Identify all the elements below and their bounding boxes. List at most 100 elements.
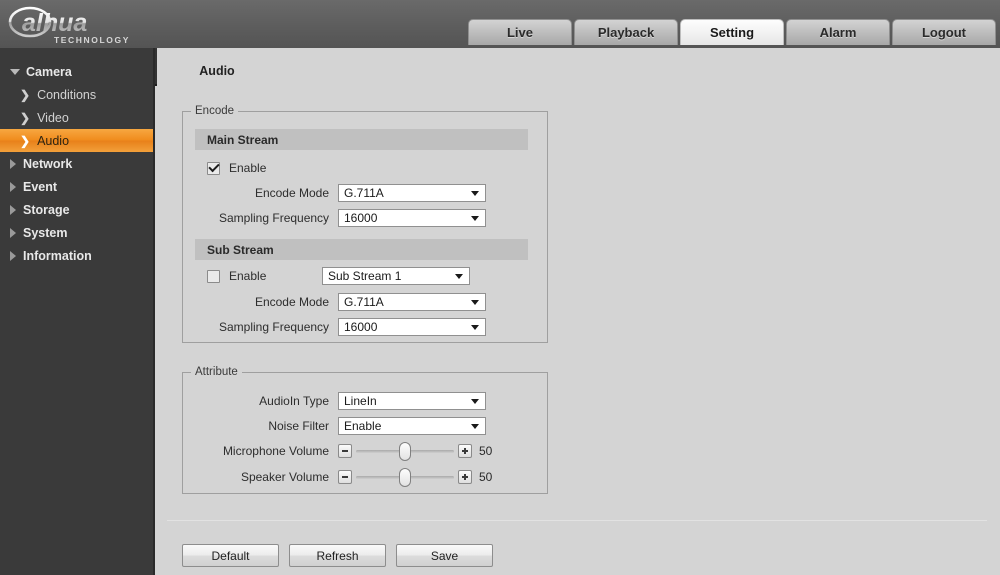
sub-stream-enable-label: Enable [229, 269, 267, 283]
sub-stream-sampling-value: 16000 [344, 320, 378, 334]
svg-text:TECHNOLOGY: TECHNOLOGY [54, 35, 130, 45]
chevron-right-icon: ❯ [20, 87, 31, 102]
chevron-down-icon [455, 274, 463, 279]
chevron-down-icon [471, 300, 479, 305]
nav-tab-live[interactable]: Live [468, 19, 572, 45]
sidebar-item-audio-label: Audio [37, 133, 70, 148]
main-stream-sampling-row: Sampling Frequency 16000 [219, 207, 486, 229]
sub-stream-sampling-row: Sampling Frequency 16000 [219, 316, 486, 338]
sidebar-item-camera-label: Camera [26, 64, 72, 79]
main-stream-enable-checkbox[interactable] [207, 161, 220, 175]
plus-icon[interactable] [458, 470, 472, 484]
sidebar-item-storage[interactable]: Storage [0, 198, 153, 221]
sub-stream-enable-checkbox[interactable] [207, 269, 220, 283]
sub-stream-title: Sub Stream [207, 242, 274, 257]
microphone-volume-slider[interactable]: 50 [338, 441, 492, 461]
nav-tab-logout[interactable]: Logout [892, 19, 996, 45]
chevron-right-icon: ❯ [20, 133, 31, 148]
triangle-right-icon [10, 181, 16, 192]
minus-icon[interactable] [338, 470, 352, 484]
sub-tab-bar: Audio [157, 48, 1000, 86]
main-stream-enable-label: Enable [229, 161, 267, 175]
encode-group-legend: Encode [195, 105, 235, 117]
tab-audio[interactable]: Audio [169, 56, 265, 86]
plus-icon[interactable] [458, 444, 472, 458]
main-stream-title: Main Stream [207, 132, 279, 147]
speaker-volume-row: Speaker Volume 50 [205, 466, 492, 488]
nav-tab-setting[interactable]: Setting [680, 19, 784, 45]
default-button-label: Default [211, 548, 250, 563]
triangle-right-icon [10, 227, 16, 238]
sidebar-item-conditions[interactable]: ❯ Conditions [0, 83, 153, 106]
nav-tab-playback-label: Playback [597, 25, 655, 40]
sub-stream-encode-mode-value: G.711A [344, 295, 384, 309]
svg-text:alhua: alhua [22, 9, 87, 37]
tab-audio-label: Audio [199, 64, 235, 78]
main-stream-enable-row: Enable [207, 157, 266, 179]
noise-filter-label: Noise Filter [268, 419, 329, 433]
sidebar-item-video-label: Video [37, 110, 69, 125]
microphone-volume-thumb[interactable] [399, 441, 411, 461]
noise-filter-value: Enable [344, 419, 382, 433]
sub-stream-encode-mode-row: Encode Mode G.711A [219, 291, 486, 313]
noise-filter-select[interactable]: Enable [338, 417, 486, 435]
speaker-volume-track[interactable] [356, 467, 454, 487]
main-stream-sampling-label: Sampling Frequency [219, 211, 330, 225]
chevron-down-icon [471, 424, 479, 429]
nav-tab-setting-label: Setting [709, 25, 755, 40]
audioin-type-select[interactable]: LineIn [338, 392, 486, 410]
sidebar-item-system[interactable]: System [0, 221, 153, 244]
default-button[interactable]: Default [182, 544, 279, 567]
sub-stream-enable-row: Enable Sub Stream 1 [207, 265, 470, 287]
sidebar-item-event[interactable]: Event [0, 175, 153, 198]
attribute-group: Attribute AudioIn Type LineIn Noise Filt… [182, 366, 548, 494]
chevron-down-icon [471, 399, 479, 404]
encode-group: Encode Main Stream Enable Encode Mode G.… [182, 105, 548, 343]
speaker-volume-thumb[interactable] [399, 467, 411, 487]
attribute-group-legend: Attribute [195, 366, 238, 378]
noise-filter-row: Noise Filter Enable [219, 415, 486, 437]
refresh-button-label: Refresh [316, 548, 359, 563]
triangle-down-icon [10, 68, 20, 75]
minus-icon[interactable] [338, 444, 352, 458]
dahua-web-interface: alhua TECHNOLOGY Live Playback Setting A… [0, 0, 1000, 575]
main-stream-encode-mode-label: Encode Mode [254, 186, 329, 200]
sidebar-item-network[interactable]: Network [0, 152, 153, 175]
sub-stream-sampling-select[interactable]: 16000 [338, 318, 486, 336]
microphone-volume-track[interactable] [356, 441, 454, 461]
nav-tab-alarm-label: Alarm [819, 25, 857, 40]
microphone-volume-row: Microphone Volume 50 [205, 440, 492, 462]
nav-tab-alarm[interactable]: Alarm [786, 19, 890, 45]
sidebar-item-video[interactable]: ❯ Video [0, 106, 153, 129]
sidebar-item-event-label: Event [23, 179, 58, 194]
sidebar-item-camera[interactable]: Camera [0, 60, 153, 83]
nav-tab-playback[interactable]: Playback [574, 19, 678, 45]
audioin-type-label: AudioIn Type [259, 394, 329, 408]
sub-stream-encode-mode-label: Encode Mode [254, 295, 329, 309]
sidebar-item-information-label: Information [23, 248, 92, 263]
sub-stream-select[interactable]: Sub Stream 1 [322, 267, 470, 285]
main-stream-header: Main Stream [195, 129, 528, 150]
refresh-button[interactable]: Refresh [289, 544, 386, 567]
sidebar-item-audio[interactable]: ❯ Audio [0, 129, 153, 152]
save-button[interactable]: Save [396, 544, 493, 567]
nav-tab-live-label: Live [506, 25, 533, 40]
sub-stream-encode-mode-select[interactable]: G.711A [338, 293, 486, 311]
chevron-right-icon: ❯ [20, 110, 31, 125]
sidebar-item-conditions-label: Conditions [37, 87, 97, 102]
sidebar-item-system-label: System [23, 225, 68, 240]
main-stream-sampling-value: 16000 [344, 211, 378, 225]
main-stream-encode-mode-select[interactable]: G.711A [338, 184, 486, 202]
content-area: Audio Encode Main Stream Enable Encode M… [157, 48, 1000, 575]
speaker-volume-slider[interactable]: 50 [338, 467, 493, 487]
main-stream-sampling-select[interactable]: 16000 [338, 209, 486, 227]
dahua-logo: alhua TECHNOLOGY [8, 3, 158, 47]
action-buttons: Default Refresh Save [182, 544, 493, 567]
speaker-volume-value: 50 [479, 470, 493, 484]
sidebar-item-information[interactable]: Information [0, 244, 153, 267]
sub-stream-select-value: Sub Stream 1 [328, 269, 402, 283]
sidebar-item-network-label: Network [23, 156, 73, 171]
chevron-down-icon [471, 325, 479, 330]
sub-stream-header: Sub Stream [195, 239, 528, 260]
page-header: alhua TECHNOLOGY Live Playback Setting A… [0, 0, 1000, 48]
